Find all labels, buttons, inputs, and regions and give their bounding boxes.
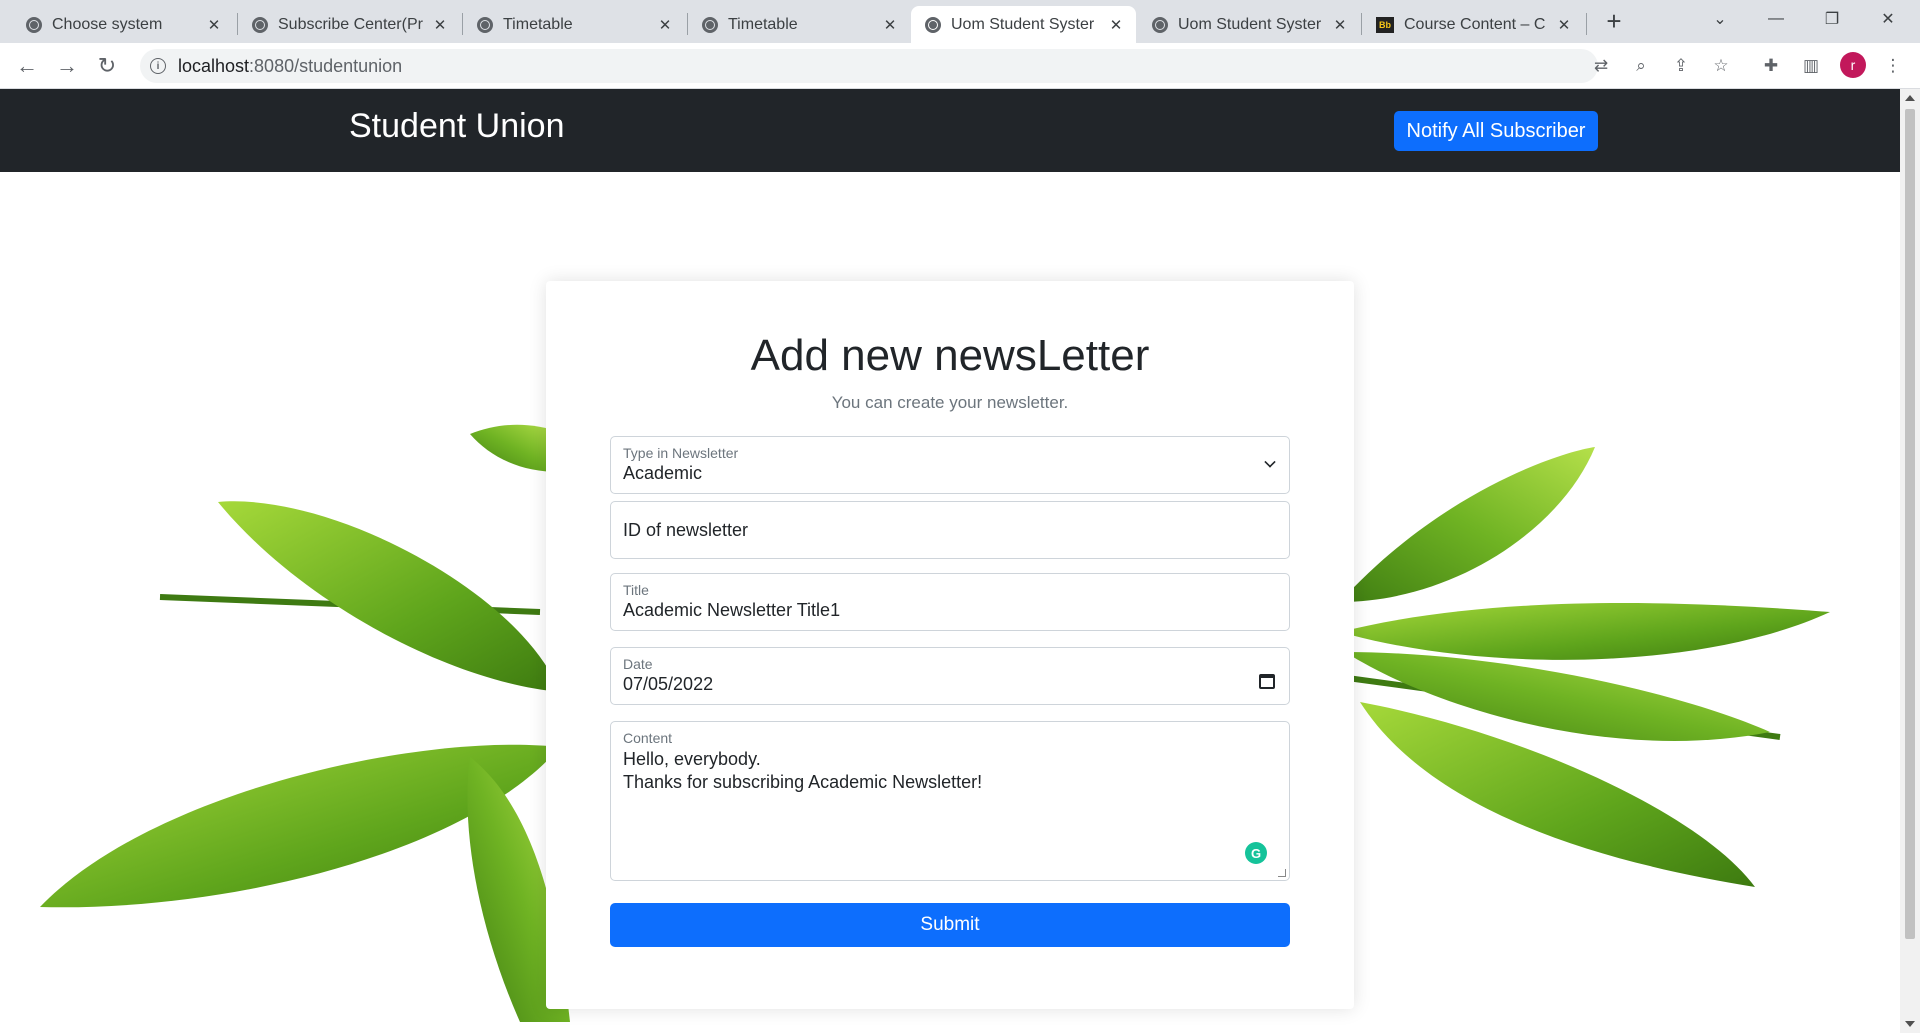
page-viewport: Student Union Notify All Subscriber Add … [0,89,1900,1033]
url-text: localhost:8080/studentunion [178,56,402,77]
newsletter-date-input[interactable]: Date 07/05/2022 [610,647,1290,705]
close-icon[interactable]: ✕ [1554,16,1574,34]
bookmark-star-icon[interactable]: ☆ [1708,53,1734,79]
new-tab-button[interactable]: + [1600,8,1628,36]
content-value: Hello, everybody. Thanks for subscribing… [623,749,983,792]
tab-uom-student-system-active[interactable]: Uom Student Syster ✕ [911,6,1136,43]
scrollbar-thumb[interactable] [1905,109,1915,939]
tab-separator [1586,13,1587,35]
close-window-button[interactable]: ✕ [1860,0,1916,38]
notify-all-subscriber-button[interactable]: Notify All Subscriber [1394,111,1598,151]
calendar-icon[interactable] [1259,674,1275,689]
translate-icon[interactable]: ⇄ [1588,53,1614,79]
tab-title: Uom Student Syster [951,15,1095,33]
back-button[interactable]: ← [12,51,42,81]
resize-handle-icon[interactable] [1278,869,1286,877]
forward-button[interactable]: → [52,51,82,81]
url-path: :8080/studentunion [249,55,403,76]
form-title: Add new newsLetter [750,331,1150,380]
grammarly-icon[interactable]: G [1245,842,1267,864]
menu-kebab-icon[interactable]: ⋮ [1880,53,1906,79]
newsletter-title-input[interactable]: Title Academic Newsletter Title1 [610,573,1290,631]
browser-toolbar: ← → ↻ i localhost:8080/studentunion ⇄ ⌕ … [0,43,1920,89]
side-panel-icon[interactable]: ▥ [1798,53,1824,79]
minimize-button[interactable]: — [1748,0,1804,38]
site-info-icon[interactable]: i [150,58,166,74]
zoom-icon[interactable]: ⌕ [1628,53,1654,79]
form-subtitle: You can create your newsletter. [831,393,1069,412]
blackboard-icon: Bb [1376,16,1394,33]
close-icon[interactable]: ✕ [655,16,675,34]
site-navbar: Student Union Notify All Subscriber [0,89,1900,172]
tab-uom-student-system[interactable]: Uom Student Syster ✕ [1138,6,1360,43]
globe-icon [925,16,941,33]
type-value: Academic [623,463,703,483]
globe-icon [252,16,268,33]
title-value: Academic Newsletter Title1 [623,600,841,620]
globe-icon [26,16,42,33]
tab-title: Course Content – C [1404,15,1546,33]
tab-timetable-1[interactable]: Timetable ✕ [463,6,685,43]
close-icon[interactable]: ✕ [430,16,450,34]
id-placeholder: ID of newsletter [623,520,749,540]
globe-icon [702,16,718,33]
newsletter-type-select[interactable]: Type in Newsletter Academic [610,436,1290,494]
scroll-down-arrow-icon[interactable] [1905,1021,1915,1027]
tab-title: Timetable [503,15,573,33]
close-icon[interactable]: ✕ [1106,16,1126,34]
tab-search-button[interactable]: ⌄ [1692,0,1748,38]
type-label: Type in Newsletter [623,445,739,461]
submit-button[interactable]: Submit [610,903,1290,947]
url-host: localhost [178,55,250,76]
scroll-up-arrow-icon[interactable] [1905,95,1915,101]
close-icon[interactable]: ✕ [204,16,224,34]
extensions-icon[interactable]: ✚ [1758,53,1784,79]
tab-timetable-2[interactable]: Timetable ✕ [688,6,910,43]
restore-button[interactable]: ❐ [1804,0,1860,38]
browser-tab-strip: Choose system ✕ Subscribe Center(Pr ✕ Ti… [0,0,1920,43]
close-icon[interactable]: ✕ [880,16,900,34]
address-bar[interactable]: i localhost:8080/studentunion [140,49,1598,83]
reload-button[interactable]: ↻ [92,51,122,81]
brand-title[interactable]: Student Union [349,107,565,146]
share-icon[interactable]: ⇪ [1668,53,1694,79]
newsletter-form-card: Add new newsLetter You can create your n… [546,281,1354,1009]
tab-subscribe-center[interactable]: Subscribe Center(Pr ✕ [238,6,460,43]
tab-choose-system[interactable]: Choose system ✕ [12,6,234,43]
globe-icon [1152,16,1168,33]
tab-title: Choose system [52,15,163,33]
tab-course-content[interactable]: Bb Course Content – C ✕ [1362,6,1584,43]
close-icon[interactable]: ✕ [1330,16,1350,34]
date-label: Date [623,656,653,672]
content-label: Content [623,730,673,746]
page-scrollbar[interactable] [1900,89,1920,1033]
chevron-down-icon [1264,456,1276,468]
newsletter-content-textarea[interactable]: Content Hello, everybody. Thanks for sub… [610,721,1290,881]
tab-title: Subscribe Center(Pr [278,15,423,33]
newsletter-id-input[interactable]: ID of newsletter [610,501,1290,559]
tab-title: Uom Student Syster [1178,15,1322,33]
profile-avatar[interactable]: r [1840,52,1866,78]
tab-title: Timetable [728,15,798,33]
globe-icon [477,16,493,33]
date-value: 07/05/2022 [623,674,714,694]
title-label: Title [623,582,649,598]
